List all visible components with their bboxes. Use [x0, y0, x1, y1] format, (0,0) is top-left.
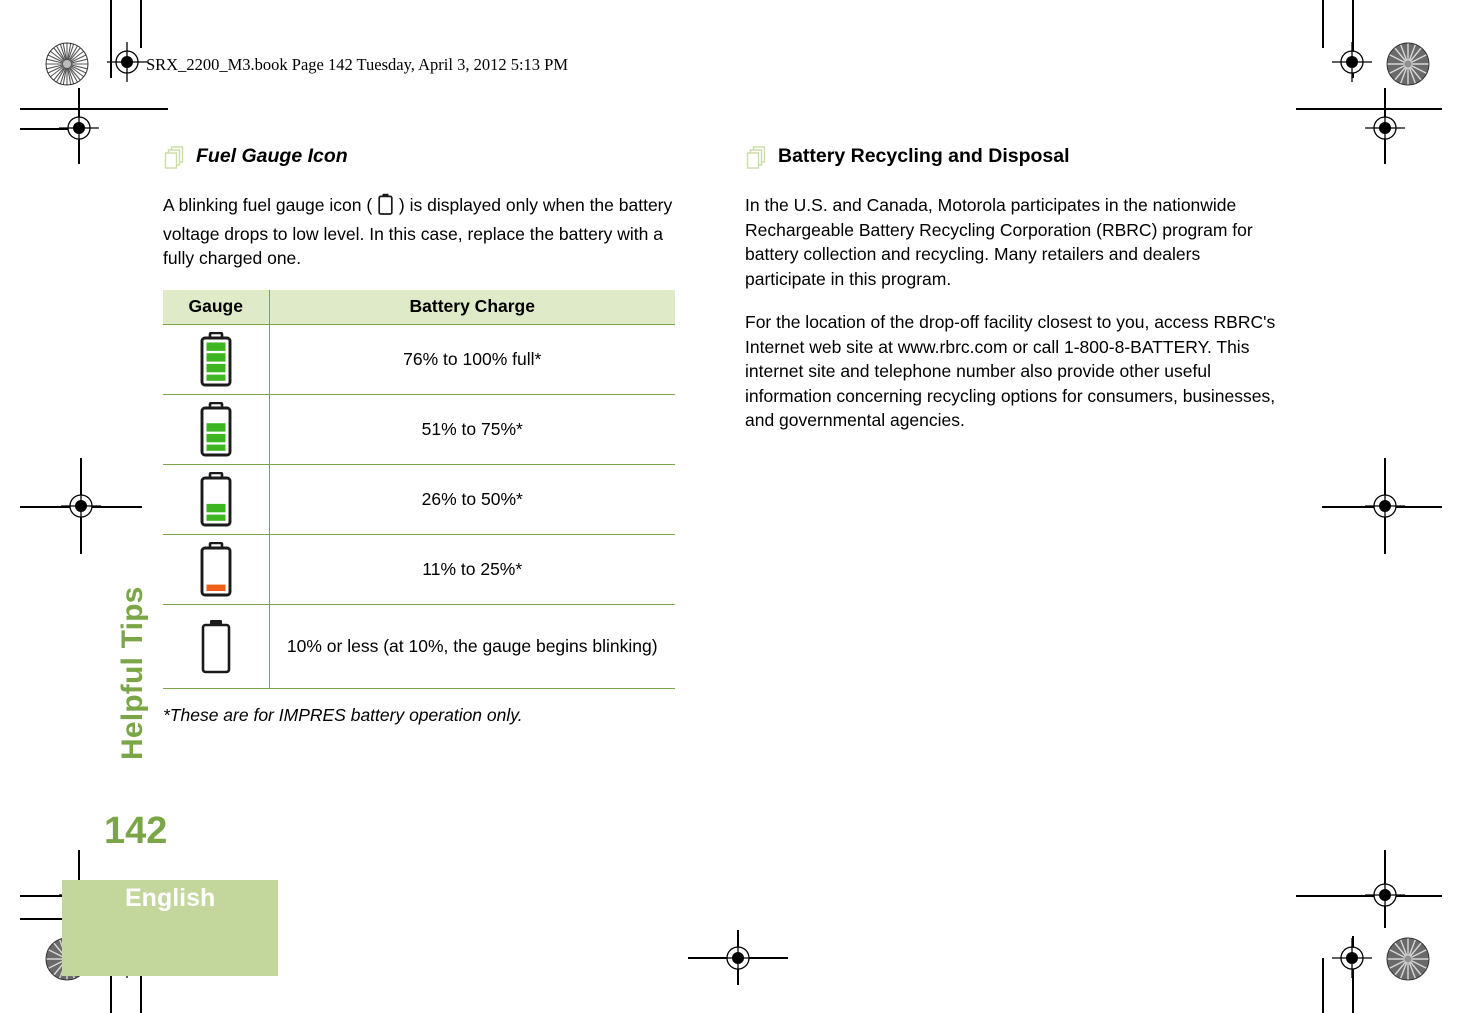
left-section-heading: Fuel Gauge Icon — [163, 145, 688, 171]
pages-stack-icon — [163, 146, 187, 171]
gauge-cell — [163, 604, 270, 689]
charge-cell: 10% or less (at 10%, the gauge begins bl… — [269, 604, 675, 689]
registration-target-icon — [716, 936, 760, 980]
table-row: 51% to 75%* — [163, 394, 675, 465]
intro-text-before-icon: A blinking fuel gauge icon ( — [163, 195, 378, 215]
registration-target-icon — [1330, 40, 1374, 84]
table-row: 11% to 25%* — [163, 534, 675, 605]
gauge-cell — [163, 534, 270, 605]
table-row: 76% to 100% full* — [163, 324, 675, 395]
battery-empty-icon — [378, 193, 393, 222]
pages-stack-icon — [745, 146, 769, 171]
fuel-gauge-table: Gauge Battery Charge 76% to 100% full* 5… — [163, 289, 675, 689]
left-column: Fuel Gauge Icon A blinking fuel gauge ic… — [163, 145, 688, 726]
running-header: SRX_2200_M3.book Page 142 Tuesday, April… — [146, 55, 569, 74]
battery-3-bars-icon — [163, 401, 269, 457]
table-header-row: Gauge Battery Charge — [163, 289, 675, 325]
right-column: Battery Recycling and Disposal In the U.… — [745, 145, 1285, 452]
battery-1-bar-icon — [163, 541, 269, 597]
registration-target-icon — [1363, 873, 1407, 917]
registration-target-icon — [105, 40, 149, 84]
fuel-gauge-intro-paragraph: A blinking fuel gauge icon ( ) is displa… — [163, 193, 688, 271]
battery-2-bars-icon — [163, 471, 269, 527]
battery-empty-icon — [163, 619, 269, 674]
recycling-paragraph-2: For the location of the drop-off facilit… — [745, 312, 1276, 430]
column-header-battery-charge: Battery Charge — [269, 289, 675, 325]
column-header-gauge: Gauge — [163, 289, 270, 325]
registration-target-icon — [57, 106, 101, 150]
document-page: SRX_2200_M3.book Page 142 Tuesday, April… — [0, 0, 1462, 1013]
left-section-title: Fuel Gauge Icon — [196, 145, 348, 167]
table-row: 10% or less (at 10%, the gauge begins bl… — [163, 604, 675, 689]
charge-cell: 26% to 50%* — [269, 464, 675, 535]
density-starburst-icon — [45, 42, 89, 86]
registration-target-icon — [59, 484, 103, 528]
density-starburst-icon — [1386, 42, 1430, 86]
gauge-cell — [163, 394, 270, 465]
crop-line-top-right-v2 — [1322, 0, 1324, 48]
table-footnote: *These are for IMPRES battery operation … — [163, 704, 523, 725]
charge-cell: 51% to 75%* — [269, 394, 675, 465]
table-row: 26% to 50%* — [163, 464, 675, 535]
language-label: English — [125, 884, 216, 912]
chapter-side-tab: Helpful Tips — [116, 586, 149, 760]
charge-cell: 11% to 25%* — [269, 534, 675, 605]
charge-cell: 76% to 100% full* — [269, 324, 675, 395]
crop-line-bottom-right-v3 — [1322, 958, 1324, 1013]
right-section-title: Battery Recycling and Disposal — [778, 145, 1070, 167]
registration-target-icon — [1363, 484, 1407, 528]
page-number: 142 — [104, 810, 168, 852]
gauge-cell — [163, 324, 270, 395]
registration-target-icon — [1363, 106, 1407, 150]
gauge-cell — [163, 464, 270, 535]
recycling-paragraph-1: In the U.S. and Canada, Motorola partici… — [745, 195, 1253, 289]
density-starburst-icon — [1386, 937, 1430, 981]
battery-4-bars-icon — [163, 331, 269, 387]
right-section-heading: Battery Recycling and Disposal — [745, 145, 1285, 171]
registration-target-icon — [1330, 936, 1374, 980]
